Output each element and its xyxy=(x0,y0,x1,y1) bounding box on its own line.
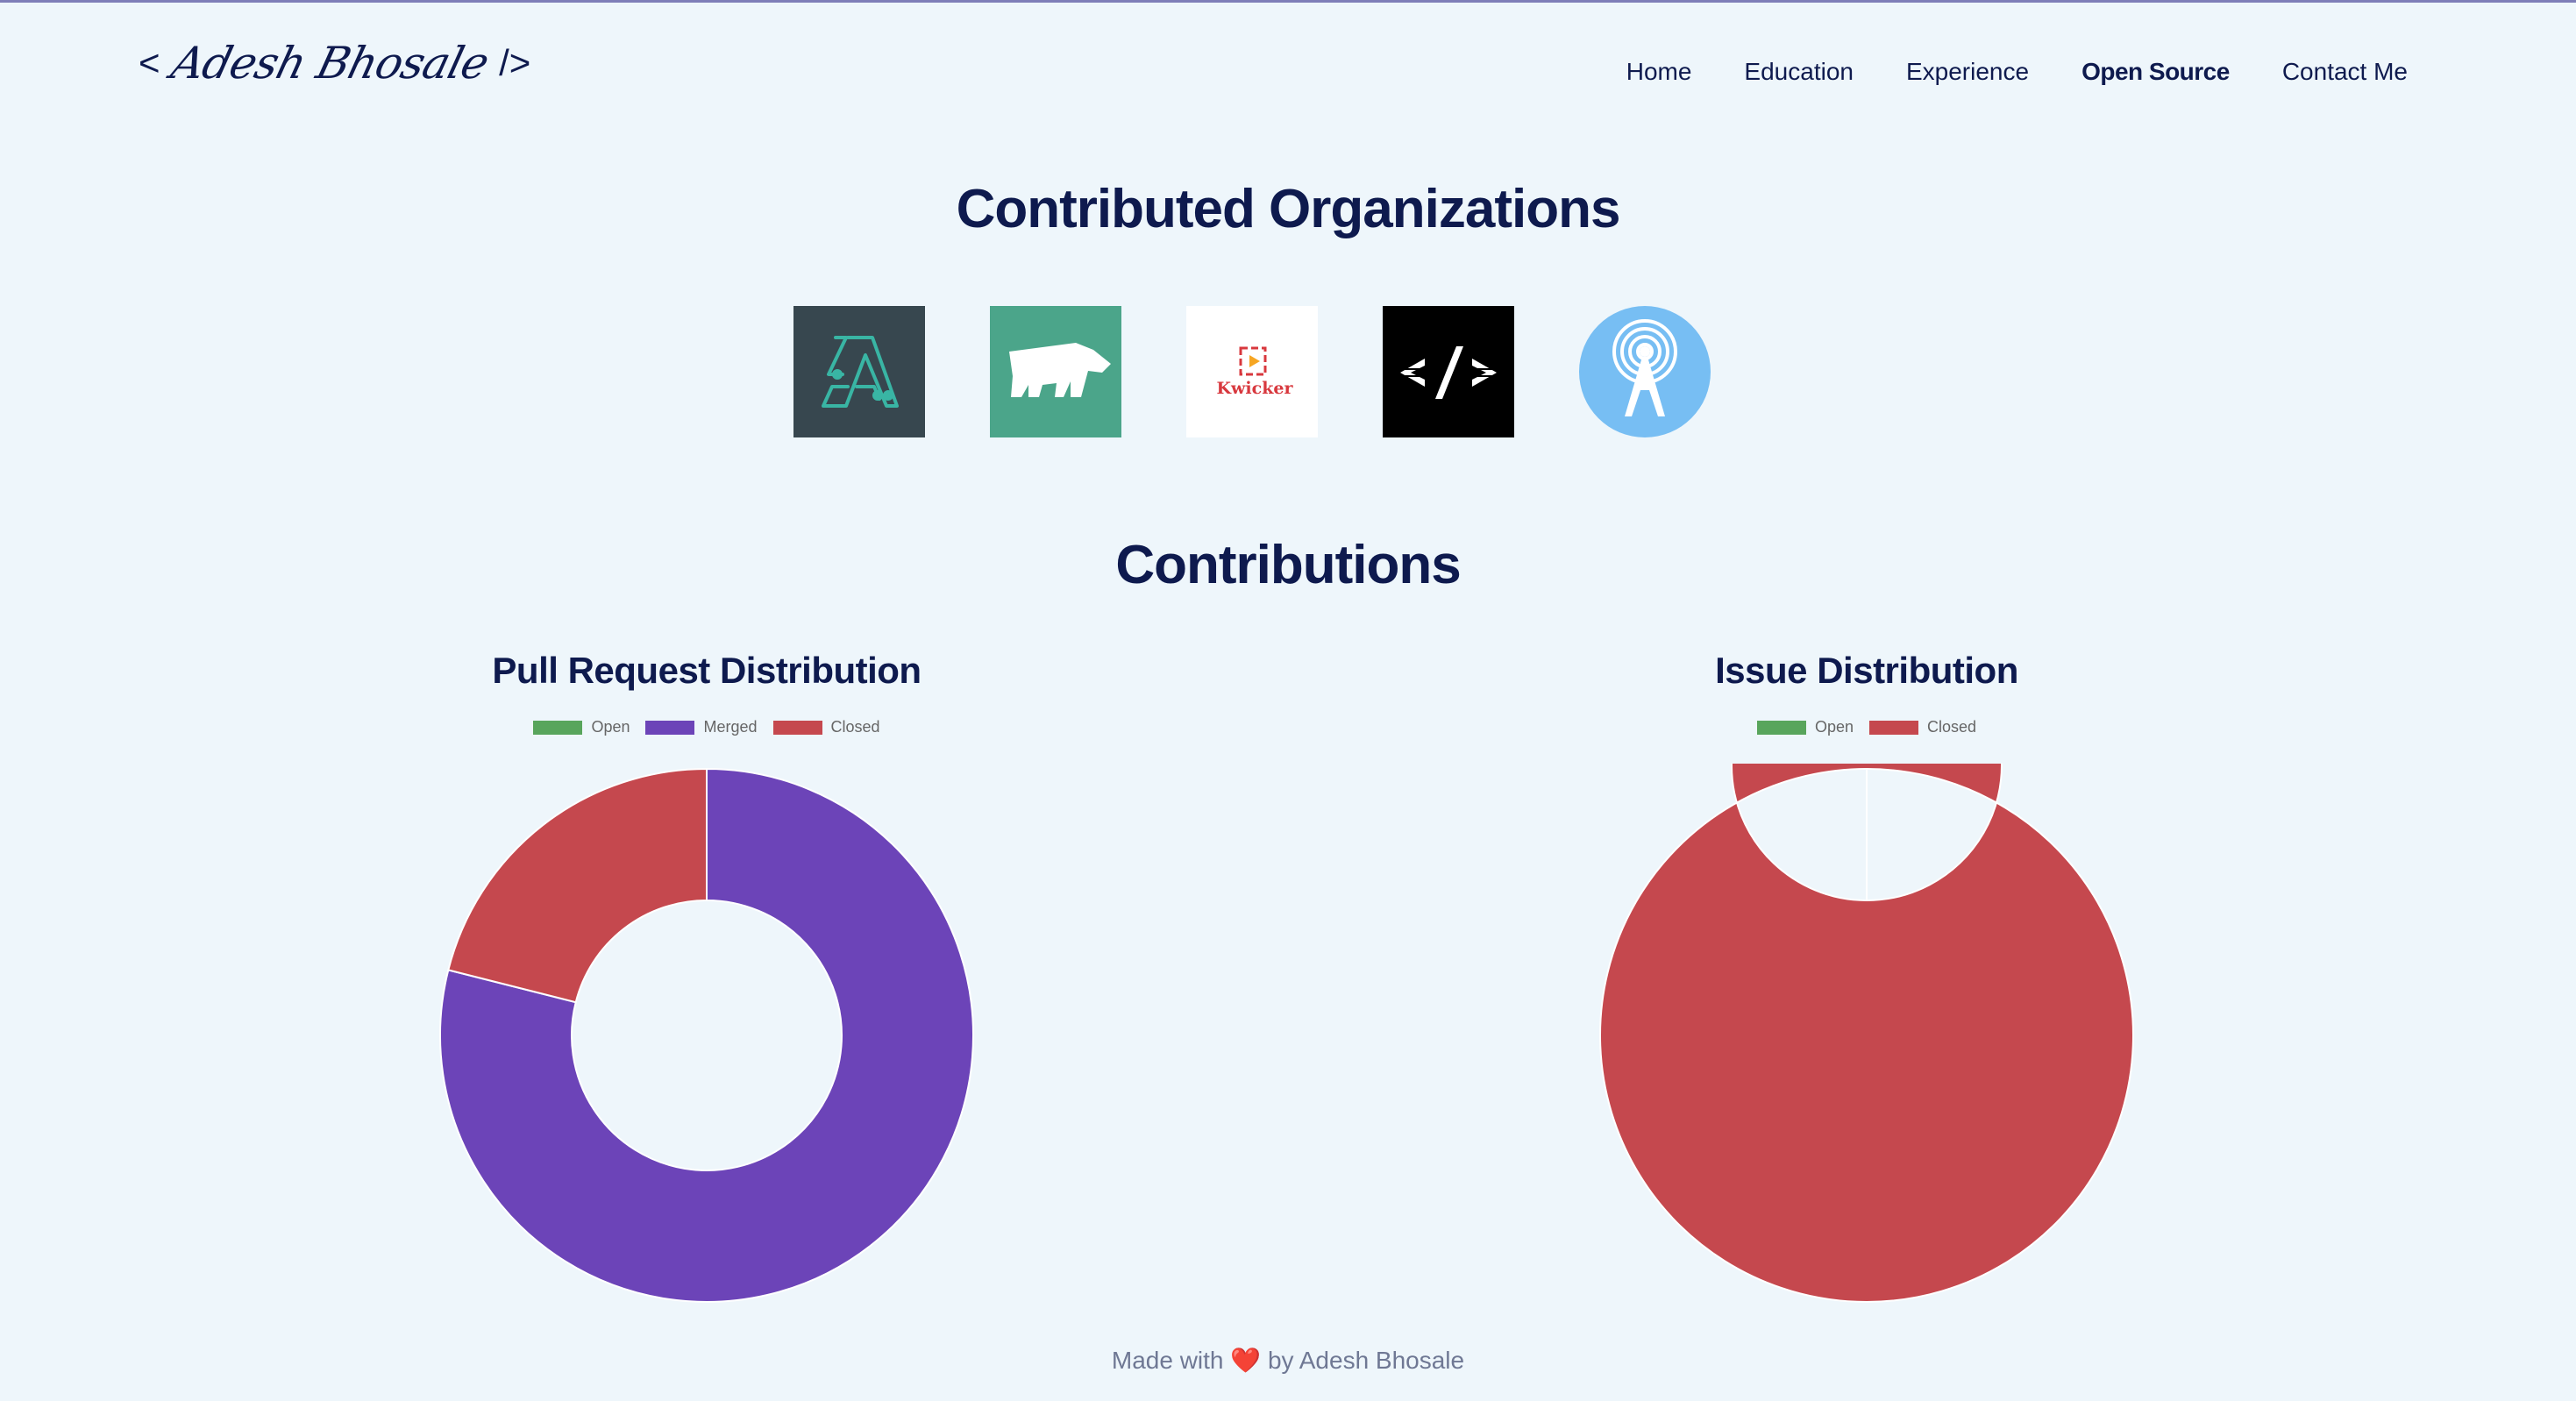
legend-item-open[interactable]: Open xyxy=(1756,718,1854,736)
kwicker-logo-icon[interactable]: Kwicker xyxy=(1186,306,1318,437)
issue-donut[interactable] xyxy=(1534,764,2200,1307)
donut-slice-closed[interactable] xyxy=(447,767,708,1004)
pull-request-chart-title: Pull Request Distribution xyxy=(492,650,922,691)
pull-request-donut[interactable] xyxy=(374,764,1040,1307)
code-brackets-logo-icon[interactable] xyxy=(1383,306,1514,437)
site-header: < Adesh Bhosale /> Home Education Experi… xyxy=(0,3,2576,143)
legend-item-closed[interactable]: Closed xyxy=(1869,718,1976,736)
logo-signature: Adesh Bhosale xyxy=(166,38,494,89)
legend-swatch-open xyxy=(533,720,583,735)
pull-request-legend: Open Merged Closed xyxy=(374,718,1040,736)
nav-item-home[interactable]: Home xyxy=(1626,58,1692,86)
nav-item-contact-me[interactable]: Contact Me xyxy=(2282,58,2408,86)
contributions-title: Contributions xyxy=(1115,535,1461,595)
nav-item-experience[interactable]: Experience xyxy=(1906,58,2029,86)
legend-swatch-closed xyxy=(772,720,822,735)
radio-tower-logo-icon[interactable] xyxy=(1579,306,1711,437)
legend-label-open: Open xyxy=(1814,718,1854,736)
kwicker-logo-text: Kwicker xyxy=(1217,379,1294,398)
org-3-background xyxy=(1186,306,1318,437)
polar-bear-logo-icon[interactable] xyxy=(990,306,1121,437)
nav-item-open-source[interactable]: Open Source xyxy=(2081,58,2230,86)
footer-prefix: Made with xyxy=(1111,1347,1224,1374)
legend-swatch-closed xyxy=(1869,720,1918,735)
footer-suffix: by Adesh Bhosale xyxy=(1267,1347,1465,1374)
issue-chart: Issue Distribution Open Closed xyxy=(1534,650,2200,1303)
legend-item-closed[interactable]: Closed xyxy=(772,718,880,736)
legend-swatch-open xyxy=(1756,720,1806,735)
legend-label-closed: Closed xyxy=(1927,718,1977,736)
main-nav: Home Education Experience Open Source Co… xyxy=(1626,58,2408,86)
issue-legend: Open Closed xyxy=(1534,718,2200,736)
heart-icon: ❤️ xyxy=(1230,1347,1262,1374)
legend-item-merged[interactable]: Merged xyxy=(645,718,758,736)
legend-swatch-merged xyxy=(645,720,695,735)
organizations-list: Kwicker xyxy=(793,306,1711,437)
site-footer: Made with ❤️ by Adesh Bhosale xyxy=(0,1346,2576,1375)
pull-request-chart: Pull Request Distribution Open Merged Cl… xyxy=(374,650,1040,1303)
organizations-title: Contributed Organizations xyxy=(956,179,1621,239)
legend-label-closed: Closed xyxy=(830,718,880,736)
legend-label-open: Open xyxy=(591,718,630,736)
logo-open-bracket: < xyxy=(139,42,160,83)
legend-item-open[interactable]: Open xyxy=(533,718,630,736)
circuit-a-logo-icon[interactable] xyxy=(793,306,925,437)
legend-label-merged: Merged xyxy=(703,718,758,736)
logo-link[interactable]: < Adesh Bhosale /> xyxy=(139,38,530,89)
issue-chart-title: Issue Distribution xyxy=(1715,650,2018,691)
logo-close-bracket: /> xyxy=(499,42,531,83)
nav-item-education[interactable]: Education xyxy=(1744,58,1854,86)
